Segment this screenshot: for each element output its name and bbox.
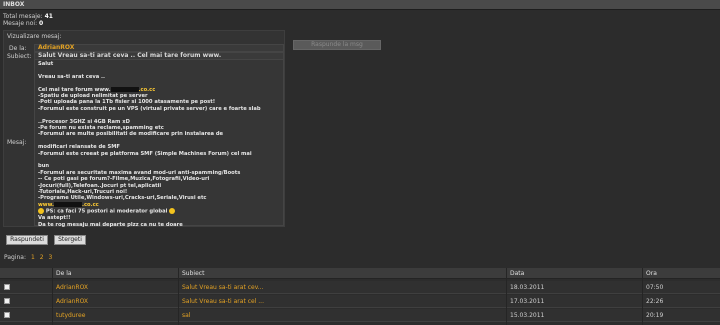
redacted-text [54,201,83,207]
row-checkbox[interactable] [4,284,10,290]
message-line: -Forumul este creeat pe platforma SMF (S… [38,150,252,157]
message-body: Salut Vreau sa-ti arat ceva .. Cel mai t… [34,59,284,228]
new-label: Mesaje noi: [3,20,38,27]
row-subject[interactable]: sal [182,312,190,319]
message-line: Da te rog mesaju mai departe plzz ca nu … [38,221,183,228]
message-text: PS: ca faci 75 postori ai moderator glob… [45,208,168,215]
from-field: AdrianROX [34,44,284,52]
page-link-2[interactable]: 2 [40,254,44,261]
table-row[interactable]: tutyduree sal 15.03.2011 20:19 [0,309,720,322]
message-text: Cel mai tare forum www. [38,86,111,93]
message-line: -Forumul este construit pe un VPS (virtu… [38,105,261,112]
column-header-from[interactable]: De la [56,270,72,277]
subject-value: Salut Vreau sa-ti arat ceva .. Cel mai t… [38,52,222,59]
reply-button[interactable]: Raspundeti [6,235,48,245]
row-time: 22:26 [646,298,664,305]
page-link-3[interactable]: 3 [48,254,52,261]
row-from[interactable]: tutyduree [56,312,85,319]
inbox-header: INBOX [0,0,720,10]
row-date: 18.03.2011 [510,284,545,291]
new-value: 0 [39,20,44,27]
message-text[interactable]: www. [38,202,54,208]
from-value[interactable]: AdrianROX [38,44,74,51]
row-subject[interactable]: Salut Vreau sa-ti arat cel ... [182,298,264,305]
message-label: Mesaj: [7,139,27,146]
pagination: Pagina: 1 2 3 [4,254,52,261]
column-divider [506,268,507,325]
viewer-title: Vizualizare mesaj: [7,33,62,40]
row-from[interactable]: AdrianROX [56,298,88,305]
from-label: De la: [9,45,27,52]
redacted-text [110,86,139,92]
page-title: INBOX [3,1,25,8]
domain-suffix[interactable]: .co.cc [82,202,99,208]
row-time: 07:50 [646,284,664,291]
smiley-icon [169,208,176,215]
table-row[interactable]: AdrianROX Salut Vreau sa-ti arat cev... … [0,281,720,294]
domain-suffix[interactable]: .co.cc [139,87,156,93]
table-row[interactable]: AdrianROX Salut Vreau sa-ti arat cel ...… [0,295,720,308]
row-date: 17.03.2011 [510,298,545,305]
page-link-1[interactable]: 1 [31,254,35,261]
total-label: Total mesaje: [3,13,43,20]
row-subject[interactable]: Salut Vreau sa-ti arat cev... [182,284,264,291]
row-checkbox[interactable] [4,298,10,304]
column-divider [178,268,179,325]
column-divider [642,268,643,325]
total-value: 41 [44,13,53,20]
row-time: 20:19 [646,312,664,319]
message-line-smiley: PS: ca faci 75 postori ai moderator glob… [38,208,280,215]
row-date: 15.03.2011 [510,312,545,319]
row-checkbox[interactable] [4,312,10,318]
subject-label: Subiect: [7,53,32,60]
column-header-subject[interactable]: Subiect [182,270,204,277]
column-header-time[interactable]: Ora [646,270,657,277]
pagination-label: Pagina: [4,254,27,261]
total-messages: Total mesaje: 41 [3,13,53,20]
delete-button[interactable]: Stergeti [54,235,86,245]
new-messages: Mesaje noi: 0 [3,20,43,27]
column-divider [52,268,53,325]
table-header: De la Subiect Data Ora [0,268,720,279]
row-from[interactable]: AdrianROX [56,284,88,291]
smiley-icon [38,208,44,215]
column-header-date[interactable]: Data [510,270,524,277]
message-viewer: Vizualizare mesaj: De la: AdrianROX Subi… [3,30,285,228]
reply-ghost-button[interactable]: Raspunde la msg [293,40,381,50]
